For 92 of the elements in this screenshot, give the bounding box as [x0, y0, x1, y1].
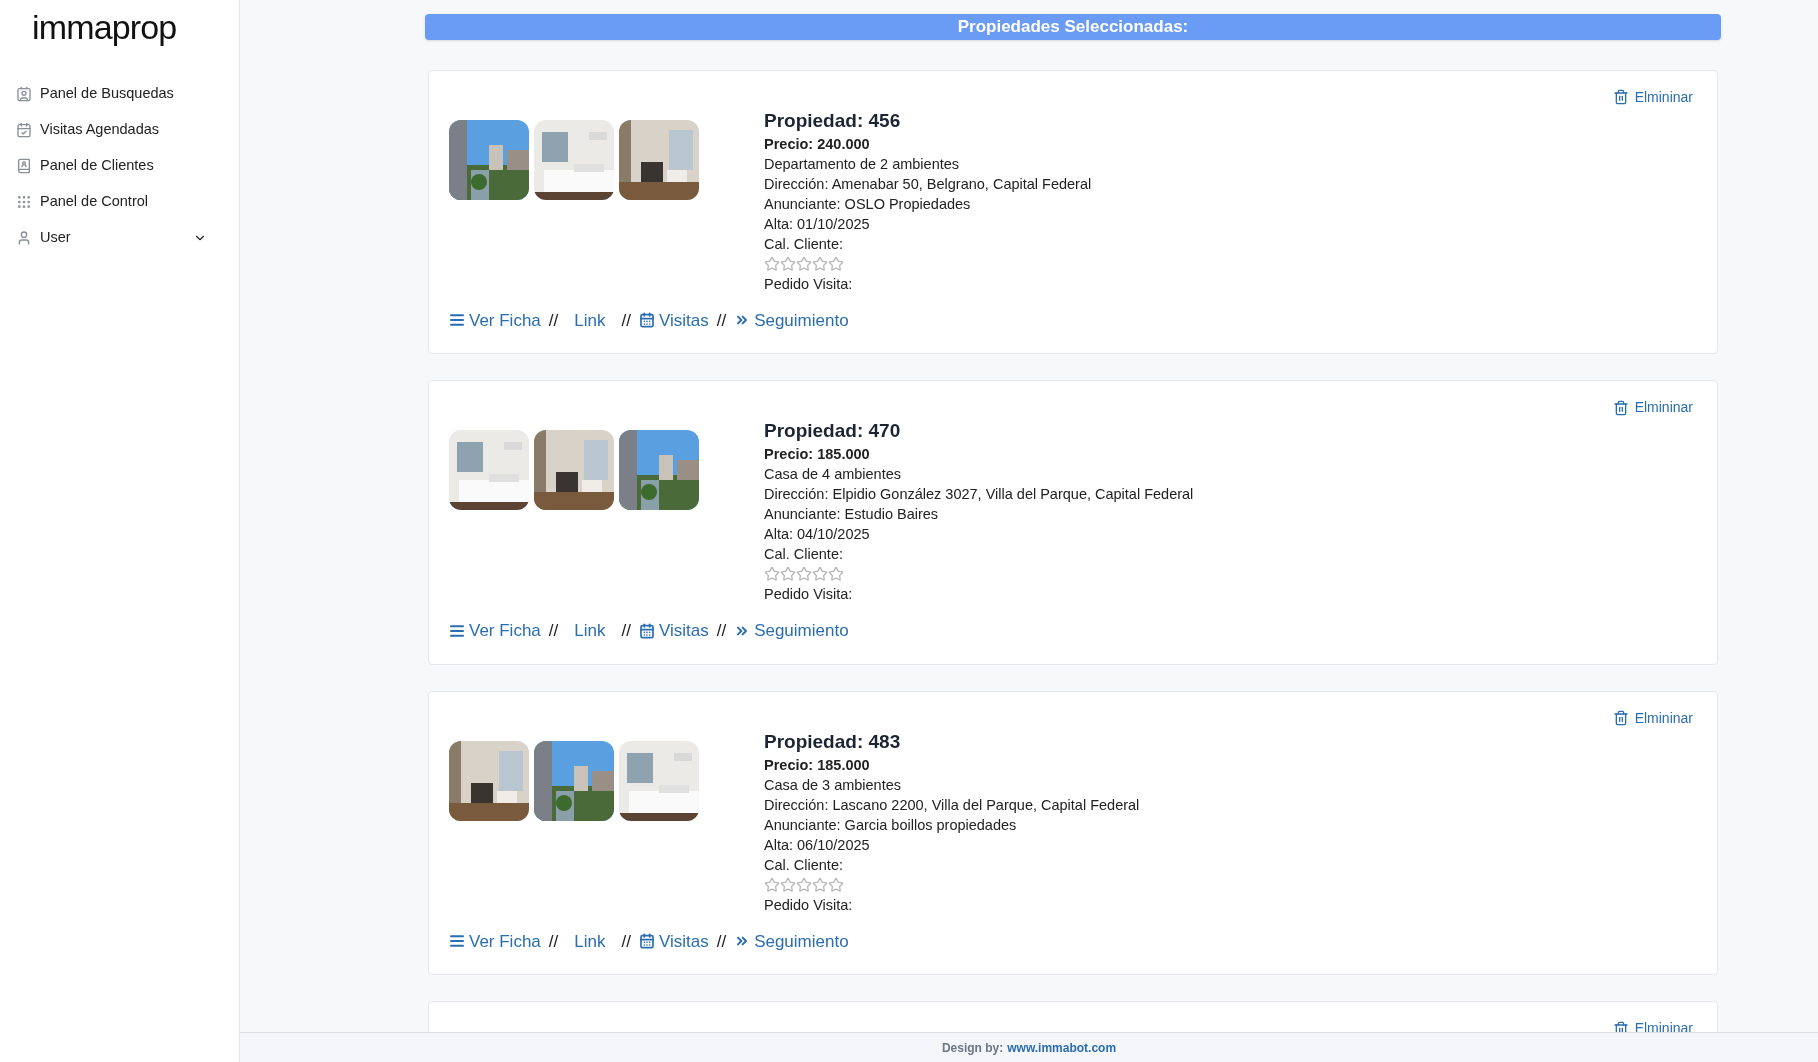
star-icon: [780, 876, 796, 893]
rating-label: Cal. Cliente:: [764, 545, 844, 564]
contact-card-icon: [16, 85, 32, 102]
sidebar-item-label: Panel de Busquedas: [40, 83, 175, 103]
property-title: Propiedad: 456: [764, 108, 902, 133]
separator-text: //: [621, 620, 631, 642]
date-text: Alta: 01/10/2025: [764, 214, 871, 234]
visit-request-label: Pedido Visita:: [764, 895, 854, 915]
card-link[interactable]: Seguimiento: [734, 928, 849, 954]
card-link[interactable]: Visitas: [638, 618, 709, 644]
sidebar-item[interactable]: Panel de Control: [16, 190, 223, 213]
separator-text: //: [716, 620, 727, 642]
type-text: Departamento de 2 ambientes: [764, 154, 961, 174]
star-icon: [796, 876, 812, 893]
card-link[interactable]: Link: [566, 307, 614, 333]
separator-text: //: [716, 309, 727, 332]
star-icon: [828, 876, 844, 893]
sidebar-item-label: User: [40, 227, 72, 247]
card-link[interactable]: Seguimiento: [734, 618, 849, 644]
logo: immaprop: [31, 7, 178, 48]
dots-grid-icon: [16, 193, 32, 210]
address-text: Dirección: Lascano 2200, Villa del Parque, Capital Federal: [764, 795, 1140, 815]
star-icon: [812, 255, 828, 272]
star-icon: [812, 566, 828, 582]
advertiser-text: Anunciante: Garcia boillos propiedades: [764, 815, 1018, 835]
delete-button[interactable]: Elmininar: [1612, 707, 1697, 729]
card-link[interactable]: Ver Ficha: [449, 307, 541, 333]
price-text: Precio: 240.000: [764, 134, 871, 154]
date-text: Alta: 06/10/2025: [764, 835, 871, 855]
list-icon: [449, 933, 465, 950]
property-title: Propiedad: 470: [764, 419, 902, 443]
sidebar-item-label: Panel de Clientes: [40, 155, 155, 175]
calendar-icon: [638, 933, 655, 950]
star-icon: [780, 566, 796, 582]
star-rating[interactable]: [764, 564, 844, 584]
star-icon: [796, 255, 812, 272]
separator-text: //: [548, 309, 559, 332]
advertiser-text: Anunciante: Estudio Baires: [764, 505, 940, 524]
title-banner: Propiedades Seleccionadas:: [425, 14, 1721, 40]
calendar-check-icon: [16, 121, 32, 138]
card-link[interactable]: Visitas: [638, 928, 709, 954]
price-text: Precio: 185.000: [764, 755, 871, 775]
card-link[interactable]: Link: [566, 618, 614, 644]
star-icon: [812, 876, 828, 893]
separator-text: //: [548, 930, 559, 953]
star-icon: [780, 255, 796, 272]
trash-icon: [1612, 710, 1629, 726]
advertiser-text: Anunciante: OSLO Propiedades: [764, 194, 972, 214]
list-icon: [449, 622, 465, 639]
footer-text: Design by:: [941, 1039, 1004, 1057]
star-icon: [828, 255, 844, 272]
star-icon: [828, 566, 844, 582]
address-book-icon: [16, 157, 32, 174]
calendar-icon: [638, 312, 655, 329]
rating-label: Cal. Cliente:: [764, 234, 844, 254]
separator-text: //: [621, 930, 631, 953]
address-text: Dirección: Elpidio González 3027, Villa del Parque, Capital Federal: [764, 485, 1194, 504]
footer-link[interactable]: www.immabot.com: [1007, 1038, 1117, 1057]
user-icon: [16, 229, 32, 246]
star-icon: [764, 566, 780, 582]
visit-request-label: Pedido Visita:: [764, 274, 854, 294]
sidebar-item-label: Visitas Agendadas: [40, 119, 161, 139]
type-text: Casa de 3 ambientes: [764, 775, 903, 795]
property-title: Propiedad: 483: [764, 729, 902, 754]
rating-label: Cal. Cliente:: [764, 855, 844, 875]
address-text: Dirección: Amenabar 50, Belgrano, Capital Federal: [764, 174, 1092, 194]
card-link[interactable]: Visitas: [638, 307, 709, 333]
separator-text: //: [621, 309, 631, 332]
price-text: Precio: 185.000: [764, 445, 871, 464]
list-icon: [449, 312, 465, 329]
star-icon: [764, 255, 780, 272]
type-text: Casa de 4 ambientes: [764, 465, 903, 484]
star-icon: [796, 566, 812, 582]
calendar-icon: [638, 622, 655, 639]
card-link[interactable]: Ver Ficha: [449, 928, 541, 954]
card-link[interactable]: Seguimiento: [734, 307, 849, 333]
sidebar-item[interactable]: Visitas Agendadas: [16, 118, 223, 141]
sidebar-item[interactable]: User: [16, 226, 223, 249]
trash-icon: [1612, 89, 1629, 105]
sidebar-item[interactable]: Panel de Clientes: [16, 154, 223, 177]
visit-request-label: Pedido Visita:: [764, 585, 854, 604]
card-link[interactable]: Link: [566, 928, 614, 954]
trash-icon: [1612, 399, 1629, 416]
sidebar-item-label: Panel de Control: [40, 191, 149, 211]
delete-button[interactable]: Elmininar: [1612, 86, 1697, 108]
delete-button[interactable]: Elmininar: [1612, 397, 1697, 418]
sidebar-item[interactable]: Panel de Busquedas: [16, 82, 223, 105]
separator-text: //: [548, 620, 559, 642]
card-link[interactable]: Ver Ficha: [449, 618, 541, 644]
date-text: Alta: 04/10/2025: [764, 525, 871, 544]
star-icon: [764, 876, 780, 893]
separator-text: //: [716, 930, 727, 953]
